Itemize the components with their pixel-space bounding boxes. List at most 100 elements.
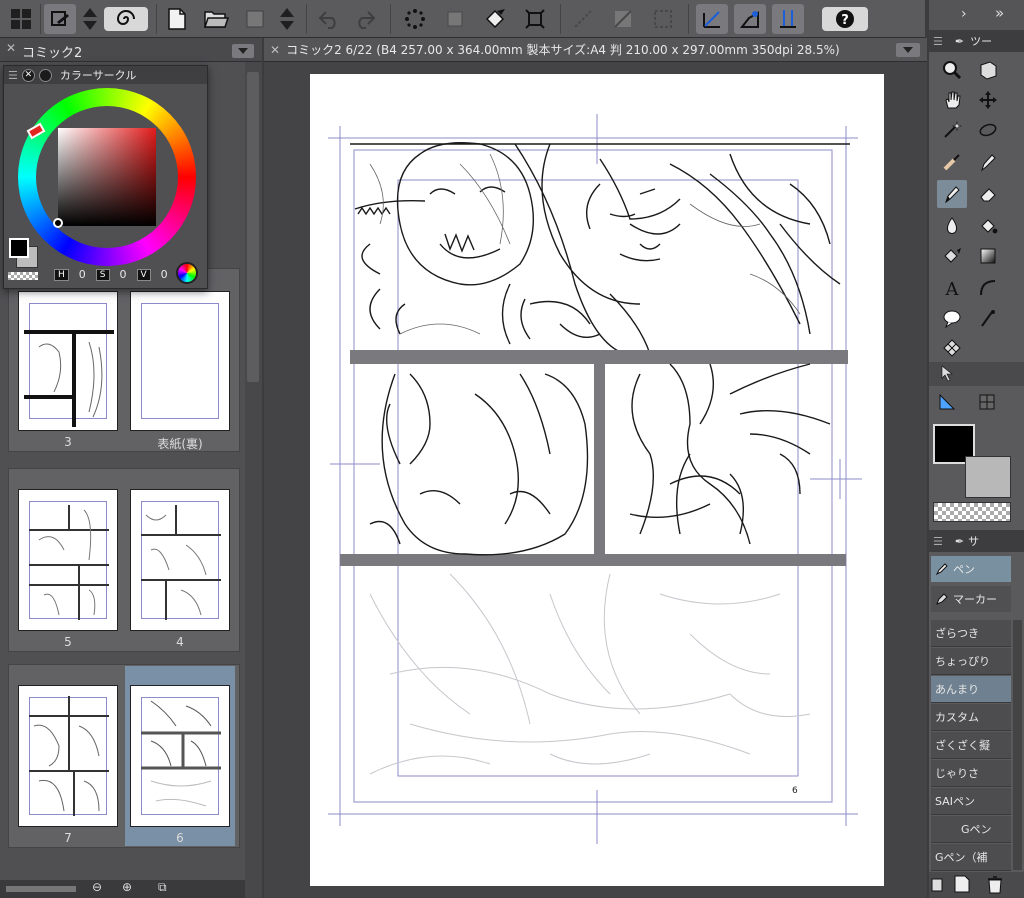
brush-item-6[interactable]: じゃりさ (931, 760, 1011, 787)
collapse-left-icon[interactable]: › (961, 6, 967, 22)
brush-label: SAIペン (935, 795, 975, 808)
page-thumb-4[interactable] (130, 489, 230, 631)
ruler-off-icon[interactable] (568, 4, 598, 34)
page-scrollbar[interactable] (245, 62, 262, 898)
page-thumb-7[interactable] (18, 685, 118, 827)
pencil-tool-icon[interactable] (937, 180, 967, 208)
document-tab: ✕ コミック2 6/22 (B4 257.00 x 364.00mm 製本サイズ… (264, 38, 927, 62)
brush-list-scrollbar[interactable] (1013, 620, 1022, 870)
trash-icon[interactable] (985, 874, 1005, 898)
subtool-pen[interactable]: ペン (931, 556, 1011, 582)
page-thumb-6[interactable] (130, 685, 230, 827)
settings-icon[interactable] (931, 876, 943, 896)
color-picker-handle[interactable] (53, 218, 63, 228)
duplicate-icon[interactable] (953, 874, 971, 898)
hue-label: H (54, 268, 69, 281)
brush-label: Gペン（補 (935, 851, 988, 864)
hand-tool-icon[interactable] (937, 86, 967, 114)
eraser-tool-icon[interactable] (973, 180, 1003, 208)
hue-handle[interactable] (26, 122, 46, 140)
blend-tool-icon[interactable] (937, 212, 967, 240)
scroll-icon[interactable] (276, 4, 298, 34)
ruler-tool-icon[interactable] (937, 392, 957, 416)
selection-icon[interactable] (648, 4, 678, 34)
brush-item-8[interactable]: Gペン (931, 816, 1011, 843)
page-thumb-3[interactable] (18, 291, 118, 431)
transform-icon[interactable] (400, 4, 430, 34)
panel-menu-button[interactable] (232, 44, 254, 58)
document-title: コミック2 6/22 (B4 257.00 x 364.00mm 製本サイズ:A… (286, 43, 840, 57)
close-tab-icon[interactable]: ✕ (270, 43, 280, 57)
subtool-menu-icon[interactable]: ☰ (933, 535, 943, 548)
subtool-pen-label: ペン (953, 563, 975, 576)
snap-ruler-icon[interactable] (696, 4, 728, 34)
redo-icon[interactable] (350, 4, 380, 34)
new-file-icon[interactable] (162, 4, 192, 34)
page-row-3: 7 6 (8, 664, 240, 848)
pen-tool-icon[interactable] (973, 148, 1003, 176)
fill-tool-icon[interactable] (973, 212, 1003, 240)
lasso-icon[interactable] (973, 116, 1003, 144)
minimize-icon[interactable] (38, 68, 52, 82)
color-mode-icon[interactable] (176, 262, 198, 284)
subtool-marker[interactable]: マーカー (931, 586, 1011, 612)
help-icon[interactable]: ? (822, 7, 868, 31)
brush-label: ざらつき (935, 627, 979, 640)
close-icon[interactable]: ✕ (21, 68, 35, 82)
manga-page[interactable]: 6 (310, 74, 884, 886)
up-down-icon[interactable] (79, 4, 101, 34)
brush-item-3[interactable]: あんまり (931, 676, 1011, 703)
transparent-color-box[interactable] (933, 502, 1011, 522)
fill-icon[interactable] (480, 4, 510, 34)
arrow-cursor-icon[interactable] (939, 364, 957, 385)
tool-panel-menu-icon[interactable]: ☰ (933, 35, 943, 48)
brush-item-5[interactable]: ざくざく擬 (931, 732, 1011, 759)
clear-icon[interactable] (440, 4, 470, 34)
brush-item-2[interactable]: ちょっぴり (931, 648, 1011, 675)
zoom-in-icon[interactable]: ⊕ (122, 880, 132, 894)
gradient-tool-icon[interactable] (973, 242, 1003, 270)
brush-item-9[interactable]: Gペン（補 (931, 844, 1011, 871)
sub-color-box[interactable] (965, 456, 1011, 498)
transparent-swatch[interactable] (8, 272, 38, 280)
collapse-double-icon[interactable]: » (995, 4, 1004, 22)
undo-icon[interactable] (314, 4, 344, 34)
palette-menu-icon[interactable]: ☰ (8, 69, 18, 82)
snap-special-icon[interactable] (734, 4, 766, 34)
zoom-slider[interactable] (6, 886, 76, 892)
command-bar: ? (0, 0, 925, 38)
subtool-footer (929, 872, 1024, 898)
spiral-icon[interactable] (104, 7, 148, 31)
ruler-icon[interactable] (608, 4, 638, 34)
bucket-tool-icon[interactable] (937, 242, 967, 270)
text-tool-icon[interactable]: A (937, 274, 967, 302)
decoration-tool-icon[interactable] (937, 334, 967, 362)
eyedropper-icon[interactable] (937, 148, 967, 176)
auto-select-icon[interactable] (937, 116, 967, 144)
main-color-swatch[interactable] (9, 238, 29, 258)
page-artwork (328, 114, 862, 844)
crop-icon[interactable] (520, 4, 550, 34)
snap-grid-icon[interactable] (772, 4, 804, 34)
move-layer-icon[interactable] (973, 86, 1003, 114)
zoom-tool-icon[interactable] (937, 56, 967, 84)
page-thumb-5[interactable] (18, 489, 118, 631)
open-folder-icon[interactable] (200, 4, 232, 34)
saturation-value-square[interactable] (53, 128, 156, 228)
brush-item-1[interactable]: ざらつき (931, 620, 1011, 647)
object-tool-icon[interactable] (973, 56, 1003, 84)
tab-menu-button[interactable] (896, 43, 920, 57)
frame-tool-icon[interactable] (977, 392, 997, 416)
brush-item-4[interactable]: カスタム (931, 704, 1011, 731)
brush-item-7[interactable]: SAIペン (931, 788, 1011, 815)
close-icon[interactable]: ✕ (6, 41, 16, 55)
balloon-tool-icon[interactable] (937, 304, 967, 332)
line-pen-icon[interactable] (973, 304, 1003, 332)
page-thumb-cover-back[interactable] (130, 291, 230, 431)
grid-menu-icon[interactable] (6, 4, 36, 34)
curve-tool-icon[interactable] (973, 274, 1003, 302)
zoom-out-icon[interactable]: ⊖ (92, 880, 102, 894)
save-icon[interactable] (240, 4, 270, 34)
quick-access-icon[interactable] (44, 4, 76, 34)
fit-page-icon[interactable]: ⧉ (158, 880, 167, 895)
